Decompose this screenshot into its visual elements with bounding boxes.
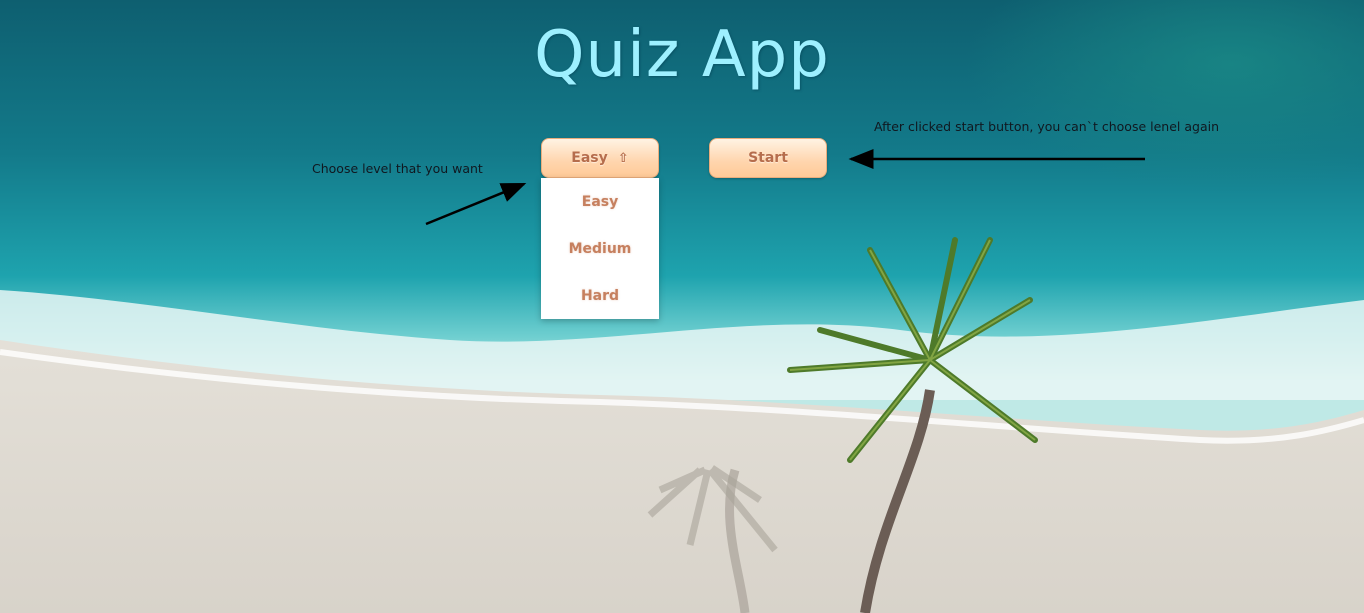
- start-button[interactable]: Start: [709, 138, 827, 178]
- dropdown-item-hard[interactable]: Hard: [541, 272, 659, 319]
- page-title: Quiz App: [534, 18, 830, 92]
- arrow-up-icon: ⇧: [617, 150, 629, 166]
- level-select-label: Easy: [571, 150, 608, 166]
- level-select-button[interactable]: Easy ⇧: [541, 138, 659, 178]
- dropdown-item-easy[interactable]: Easy: [541, 178, 659, 225]
- level-dropdown-menu: Easy Medium Hard: [541, 178, 659, 319]
- annotation-start-warning: After clicked start button, you can`t ch…: [874, 119, 1219, 134]
- dropdown-item-medium[interactable]: Medium: [541, 225, 659, 272]
- annotation-choose-level: Choose level that you want: [312, 161, 483, 176]
